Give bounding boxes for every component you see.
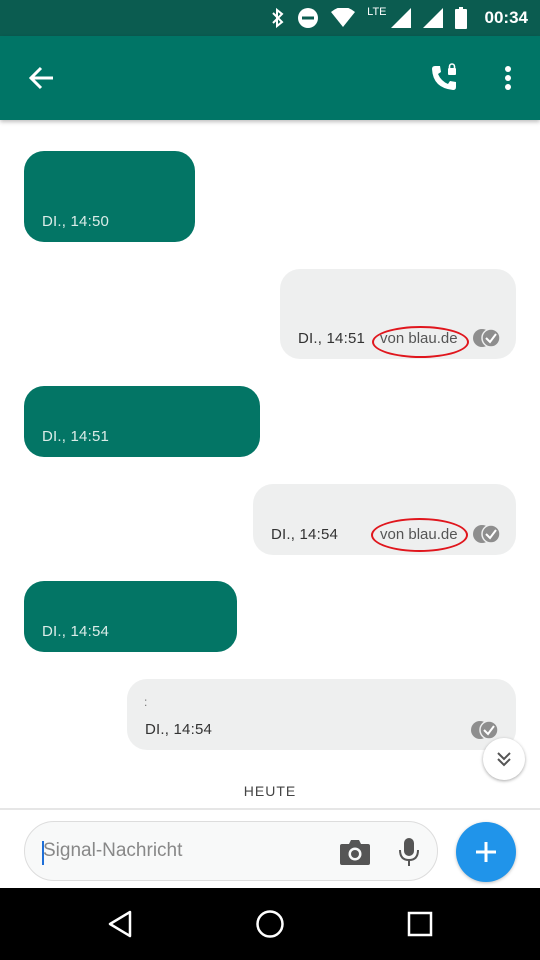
- double-chevron-down-icon: [497, 752, 511, 767]
- overflow-menu-icon: [505, 66, 511, 90]
- scroll-to-bottom-button[interactable]: [483, 738, 525, 780]
- incoming-message[interactable]: DI., 14:50: [24, 151, 195, 242]
- message-input[interactable]: [43, 822, 333, 880]
- home-circle-icon: [256, 910, 284, 938]
- cell-signal-icon: [390, 8, 411, 28]
- clock: 00:34: [484, 8, 528, 27]
- highlight-circle: [371, 518, 468, 552]
- conversation-list[interactable]: DI., 14:50 DI., 14:51 von blau.de DI., 1…: [0, 120, 540, 808]
- nav-back-button[interactable]: [96, 900, 144, 948]
- message-timestamp: DI., 14:54: [271, 526, 339, 543]
- outgoing-message[interactable]: DI., 14:51 von blau.de: [280, 269, 516, 359]
- message-timestamp: DI., 14:54: [42, 623, 110, 640]
- microphone-icon: [399, 838, 419, 866]
- incoming-message[interactable]: DI., 14:51: [24, 386, 260, 457]
- wifi-icon: [331, 8, 356, 27]
- cell-signal-icon-2: [422, 8, 443, 28]
- back-button[interactable]: [18, 54, 66, 102]
- overflow-menu-button[interactable]: [484, 54, 532, 102]
- message-timestamp: DI., 14:54: [145, 721, 213, 738]
- do-not-disturb-icon: [298, 8, 319, 28]
- delivered-icon: [473, 524, 501, 544]
- back-triangle-icon: [108, 910, 132, 938]
- back-arrow-icon: [29, 66, 53, 90]
- status-bar: LTE 00:34: [0, 0, 540, 36]
- delivered-icon: [471, 720, 499, 740]
- highlight-circle: [372, 326, 469, 358]
- date-divider: HEUTE: [243, 783, 297, 799]
- attach-button[interactable]: [456, 822, 516, 882]
- bluetooth-icon: [272, 7, 284, 29]
- incoming-message[interactable]: DI., 14:54: [24, 581, 237, 652]
- camera-button[interactable]: [335, 832, 375, 872]
- message-timestamp: DI., 14:50: [42, 213, 110, 230]
- microphone-button[interactable]: [389, 832, 429, 872]
- plus-icon: [476, 842, 496, 862]
- outgoing-message[interactable]: : DI., 14:54: [127, 679, 516, 750]
- network-type-label: LTE: [367, 6, 387, 18]
- nav-recents-button[interactable]: [396, 900, 444, 948]
- secure-call-button[interactable]: [420, 54, 468, 102]
- outgoing-message[interactable]: DI., 14:54 von blau.de: [253, 484, 516, 555]
- message-input-container[interactable]: [24, 821, 438, 881]
- camera-icon: [340, 840, 370, 865]
- message-text: :: [144, 695, 148, 709]
- app-bar: [0, 36, 540, 120]
- message-timestamp: DI., 14:51: [298, 330, 366, 347]
- recents-square-icon: [407, 911, 433, 937]
- nav-home-button[interactable]: [246, 900, 294, 948]
- message-timestamp: DI., 14:51: [42, 428, 110, 445]
- navigation-bar: [0, 888, 540, 960]
- delivered-icon: [473, 328, 501, 348]
- battery-icon: [454, 7, 467, 29]
- message-composer: [0, 808, 540, 888]
- secure-call-icon: [432, 63, 456, 90]
